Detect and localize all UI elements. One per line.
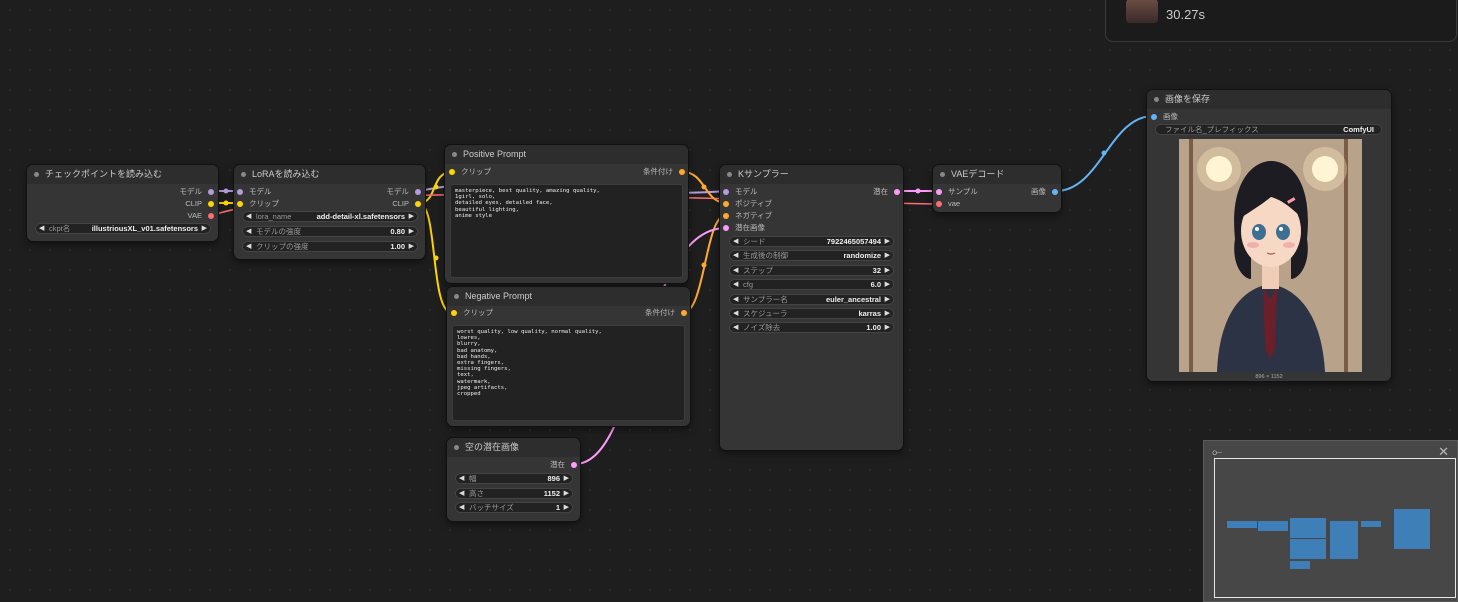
output-latent[interactable]: 潜在 bbox=[873, 187, 900, 197]
input-clip[interactable]: クリップ bbox=[451, 308, 493, 318]
filename-prefix-field[interactable]: ファイル名_プレフィックス ComfyUI bbox=[1155, 124, 1382, 135]
input-latent-image[interactable]: 潜在画像 bbox=[723, 223, 765, 233]
node-empty-latent-image[interactable]: 空の潜在画像 潜在 ◀ 幅 896 ▶ ◀ 高さ 1152 ▶ ◀ バッチサイズ 1 ▶ bbox=[447, 438, 580, 521]
minimap-node bbox=[1394, 509, 1430, 549]
control-after-generate-combo[interactable]: ◀ 生成後の制御 randomize ▶ bbox=[729, 250, 894, 261]
minimap-node bbox=[1361, 521, 1381, 527]
minimap[interactable]: ⟜ ✕ bbox=[1203, 440, 1458, 602]
sampler-name-combo[interactable]: ◀ サンプラー名 euler_ancestral ▶ bbox=[729, 294, 894, 305]
node-title[interactable]: Kサンプラー bbox=[720, 165, 903, 184]
input-samples[interactable]: サンプル bbox=[936, 187, 978, 197]
result-thumbnail[interactable] bbox=[1126, 0, 1158, 23]
batch-size-field[interactable]: ◀ バッチサイズ 1 ▶ bbox=[455, 502, 573, 513]
output-latent[interactable]: 潜在 bbox=[550, 460, 577, 470]
input-images[interactable]: 画像 bbox=[1151, 112, 1178, 122]
close-icon[interactable]: ✕ bbox=[1438, 445, 1449, 458]
negative-prompt-textarea[interactable]: worst quality, low quality, normal quali… bbox=[452, 325, 685, 421]
node-negative-prompt[interactable]: Negative Prompt クリップ 条件付け worst quality,… bbox=[447, 287, 690, 426]
output-vae[interactable]: VAE bbox=[188, 211, 214, 221]
output-image[interactable]: 画像 bbox=[1031, 187, 1058, 197]
output-conditioning[interactable]: 条件付け bbox=[645, 308, 687, 318]
input-vae[interactable]: vae bbox=[936, 199, 960, 209]
image-size-caption: 896 × 1152 bbox=[1255, 374, 1283, 380]
generated-image bbox=[1179, 139, 1362, 372]
denoise-field[interactable]: ◀ ノイズ除去 1.00 ▶ bbox=[729, 322, 894, 333]
node-positive-prompt[interactable]: Positive Prompt クリップ 条件付け masterpiece, b… bbox=[445, 145, 688, 283]
node-title[interactable]: 空の潜在画像 bbox=[447, 438, 580, 457]
model-strength-field[interactable]: ◀ モデルの強度 0.80 ▶ bbox=[242, 226, 418, 237]
cfg-field[interactable]: ◀ cfg 6.0 ▶ bbox=[729, 279, 894, 290]
input-model[interactable]: モデル bbox=[723, 187, 758, 197]
node-title[interactable]: VAEデコード bbox=[933, 165, 1061, 184]
execution-time: 30.27s bbox=[1166, 7, 1206, 22]
input-clip[interactable]: クリップ bbox=[449, 167, 491, 177]
scheduler-combo[interactable]: ◀ スケジューラ karras ▶ bbox=[729, 308, 894, 319]
minimap-node bbox=[1330, 521, 1358, 559]
node-title[interactable]: Positive Prompt bbox=[445, 145, 688, 164]
steps-field[interactable]: ◀ ステップ 32 ▶ bbox=[729, 265, 894, 276]
node-ksampler[interactable]: Kサンプラー モデル ポジティブ ネガティブ 潜在画像 潜在 ◀ シード 79224… bbox=[720, 165, 903, 450]
minimap-node bbox=[1227, 521, 1257, 528]
node-title[interactable]: 画像を保存 bbox=[1147, 90, 1391, 109]
ckpt-name-combo[interactable]: ◀ ckpt名 illustriousXL_v01.safetensors ▶ bbox=[35, 223, 211, 234]
node-checkpoint-loader[interactable]: チェックポイントを読み込む モデル CLIP VAE ◀ ckpt名 illustr… bbox=[27, 165, 218, 241]
minimap-node bbox=[1290, 518, 1326, 538]
input-model[interactable]: モデル bbox=[237, 187, 272, 197]
positive-prompt-textarea[interactable]: masterpiece, best quality, amazing quali… bbox=[450, 184, 683, 278]
node-vae-decode[interactable]: VAEデコード サンプル vae 画像 bbox=[933, 165, 1061, 212]
input-positive[interactable]: ポジティブ bbox=[723, 199, 772, 209]
node-lora-loader[interactable]: LoRAを読み込む モデル クリップ モデル CLIP ◀ lora_name ad… bbox=[234, 165, 425, 259]
seed-field[interactable]: ◀ シード 792246505749​4 ▶ bbox=[729, 236, 894, 247]
output-clip[interactable]: CLIP bbox=[392, 199, 421, 209]
height-field[interactable]: ◀ 高さ 1152 ▶ bbox=[455, 488, 573, 499]
sliders-icon[interactable]: ⟜ bbox=[1212, 445, 1222, 458]
output-clip[interactable]: CLIP bbox=[185, 199, 214, 209]
queue-history-panel: 30.27s bbox=[1105, 0, 1457, 42]
input-negative[interactable]: ネガティブ bbox=[723, 211, 772, 221]
node-title[interactable]: LoRAを読み込む bbox=[234, 165, 425, 184]
input-clip[interactable]: クリップ bbox=[237, 199, 279, 209]
output-model[interactable]: モデル bbox=[180, 187, 214, 197]
node-title[interactable]: チェックポイントを読み込む bbox=[27, 165, 218, 184]
lora-name-combo[interactable]: ◀ lora_name add-detail-xl.safetensors ▶ bbox=[242, 211, 418, 222]
minimap-node bbox=[1258, 521, 1288, 531]
node-title[interactable]: Negative Prompt bbox=[447, 287, 690, 306]
minimap-node bbox=[1290, 561, 1310, 569]
wire-image-vae-save bbox=[1055, 115, 1154, 192]
minimap-node bbox=[1290, 539, 1326, 559]
output-model[interactable]: モデル bbox=[387, 187, 421, 197]
generated-image-preview[interactable] bbox=[1179, 139, 1362, 372]
output-conditioning[interactable]: 条件付け bbox=[643, 167, 685, 177]
clip-strength-field[interactable]: ◀ クリップの強度 1.00 ▶ bbox=[242, 241, 418, 252]
width-field[interactable]: ◀ 幅 896 ▶ bbox=[455, 473, 573, 484]
